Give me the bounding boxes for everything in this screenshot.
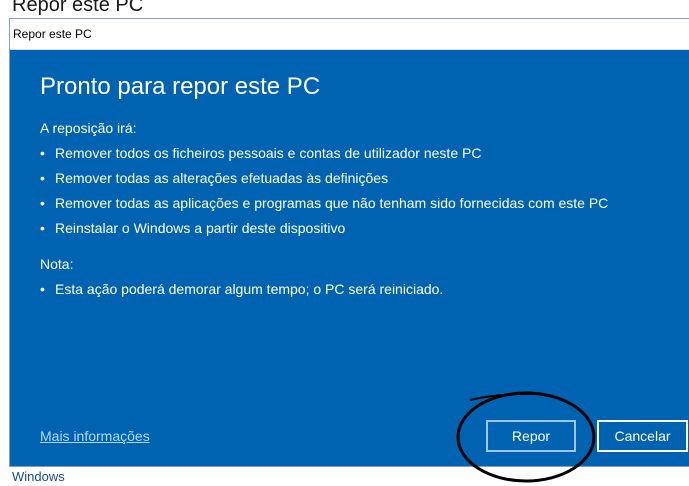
list-item-text: Reinstalar o Windows a partir deste disp… [55,220,346,236]
list-item: • Reinstalar o Windows a partir deste dis… [40,216,608,241]
bullet-icon: • [40,281,45,297]
note-label: Nota: [40,256,74,272]
dialog-titlebar[interactable]: Repor este PC [10,19,689,50]
list-item-text: Remover todas as alterações efetuadas às… [55,170,389,186]
list-item: • Remover todas as alterações efetuadas à… [40,166,608,191]
reset-intro-text: A reposição irá: [40,120,137,136]
note-section: Nota: • Esta ação poderá demorar algum te… [40,252,443,302]
bullet-icon: • [40,145,45,161]
dialog-title: Repor este PC [13,27,92,41]
bullet-icon: • [40,220,45,236]
list-item-text: Remover todas as aplicações e programas … [55,195,609,211]
bullet-icon: • [40,195,45,211]
list-item-text: Esta ação poderá demorar algum tempo; o … [55,281,444,297]
list-item-text: Remover todos os ficheiros pessoais e co… [55,145,482,161]
background-footer-text: Windows [12,469,65,484]
reset-actions-section: A reposição irá: • Remover todos os fiche… [40,116,608,241]
background-window-title: Repor este PC [12,0,144,16]
cancel-button[interactable]: Cancelar [597,420,688,452]
list-item: • Remover todos os ficheiros pessoais e c… [40,141,608,166]
bullet-icon: • [40,170,45,186]
list-item: • Remover todas as aplicações e programas… [40,191,608,216]
reset-pc-dialog: Repor este PC Pronto para repor este PC … [10,19,689,466]
dialog-heading: Pronto para repor este PC [40,73,321,100]
reset-button[interactable]: Repor [486,420,576,452]
list-item: • Esta ação poderá demorar algum tempo; o… [40,277,443,302]
more-info-link[interactable]: Mais informações [40,428,150,444]
